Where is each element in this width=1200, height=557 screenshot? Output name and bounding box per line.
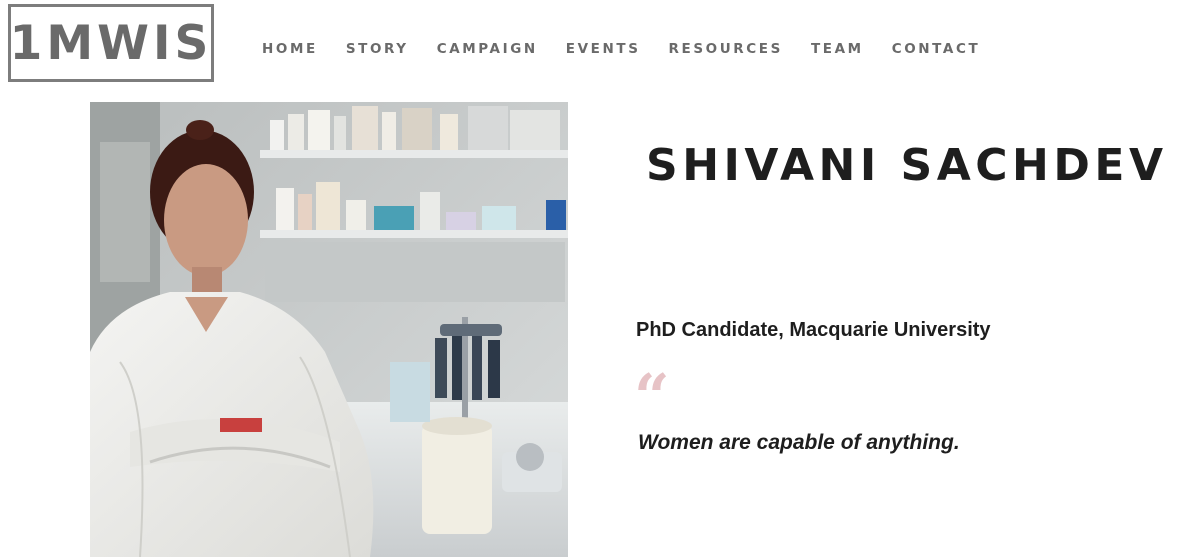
profile-name: SHIVANI SACHDEV [646, 140, 1168, 191]
nav-campaign[interactable]: CAMPAIGN [437, 40, 538, 58]
nav-team[interactable]: TEAM [811, 40, 864, 58]
nav-story[interactable]: STORY [346, 40, 409, 58]
profile-photo [90, 102, 568, 557]
profile-quote: Women are capable of anything. [638, 431, 960, 454]
profile-role: PhD Candidate, Macquarie University [636, 319, 991, 341]
quote-mark-icon: “ [634, 360, 670, 433]
nav-contact[interactable]: CONTACT [892, 40, 981, 58]
site-logo[interactable]: 1MWIS [8, 4, 214, 82]
page: 1MWIS HOME STORY CAMPAIGN EVENTS RESOURC… [0, 0, 1200, 557]
nav-resources[interactable]: RESOURCES [669, 40, 783, 58]
main-nav: HOME STORY CAMPAIGN EVENTS RESOURCES TEA… [262, 40, 1008, 58]
nav-home[interactable]: HOME [262, 40, 318, 58]
nav-events[interactable]: EVENTS [566, 40, 641, 58]
